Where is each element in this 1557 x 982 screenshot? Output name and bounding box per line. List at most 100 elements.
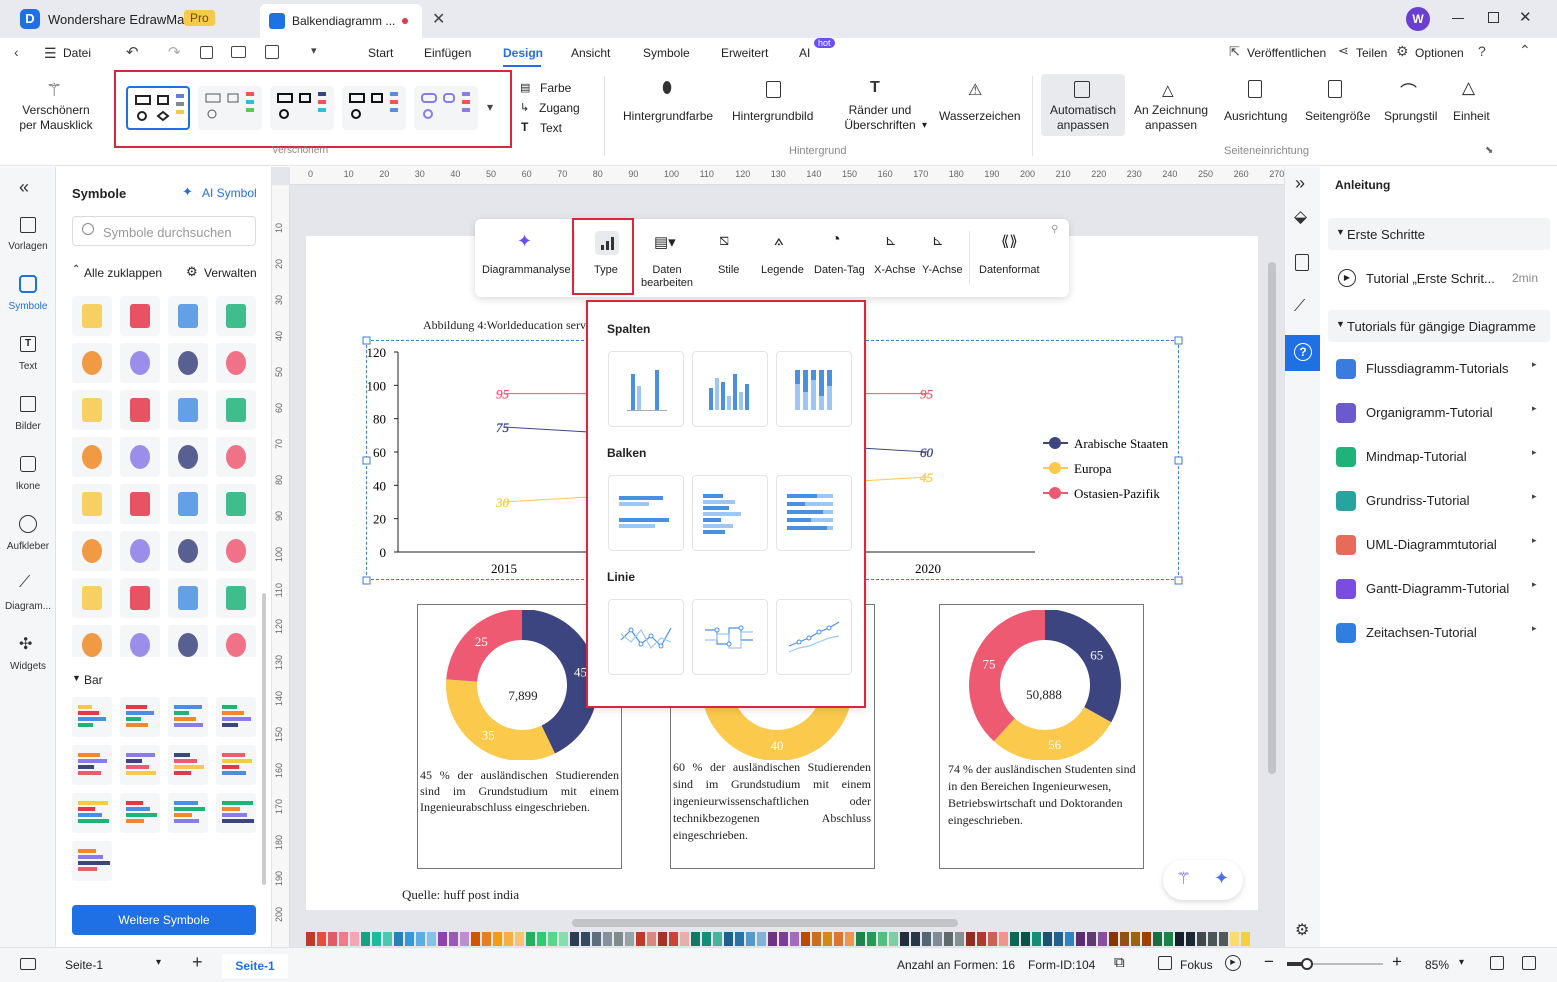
symbol-thumbnail[interactable] <box>120 343 160 383</box>
zoom-slider-handle[interactable] <box>1301 958 1313 970</box>
text-nav-icon[interactable]: T <box>20 336 36 352</box>
palette-swatch[interactable] <box>1164 932 1173 946</box>
bar-symbol-thumbnail[interactable] <box>72 793 112 833</box>
palette-swatch[interactable] <box>438 932 447 946</box>
page-selector[interactable]: Seite-1 <box>65 958 103 972</box>
nav-bilder[interactable]: Bilder <box>0 421 56 432</box>
nav-aufkleber[interactable]: Aufkleber <box>0 541 56 552</box>
bar-type-2[interactable] <box>692 475 768 551</box>
palette-swatch[interactable] <box>1197 932 1206 946</box>
farbe-dropdown[interactable]: Farbe <box>540 81 571 95</box>
palette-swatch[interactable] <box>889 932 898 946</box>
bar-symbol-thumbnail[interactable] <box>168 793 208 833</box>
palette-swatch[interactable] <box>383 932 392 946</box>
symbol-thumbnail[interactable] <box>168 390 208 430</box>
fokus-button[interactable]: Fokus <box>1180 958 1213 972</box>
palette-swatch[interactable] <box>1010 932 1019 946</box>
nav-symbole[interactable]: Symbole <box>0 301 56 312</box>
chart-data-icon[interactable]: ⟋ <box>1294 298 1305 316</box>
help-panel-button[interactable]: ? <box>1285 335 1321 371</box>
symbol-thumbnail[interactable] <box>216 343 256 383</box>
palette-swatch[interactable] <box>1131 932 1140 946</box>
page-properties-icon[interactable] <box>1295 254 1309 271</box>
palette-swatch[interactable] <box>735 932 744 946</box>
symbol-thumbnail[interactable] <box>72 343 112 383</box>
palette-swatch[interactable] <box>713 932 722 946</box>
tutorial-item[interactable]: Zeitachsen-Tutorial ▸ <box>1328 612 1550 656</box>
symbol-search-input[interactable]: Symbole durchsuchen <box>72 216 256 246</box>
fullscreen-icon[interactable] <box>1522 956 1536 970</box>
einheit-button[interactable]: Einheit <box>1453 109 1490 123</box>
palette-swatch[interactable] <box>724 932 733 946</box>
bar-symbol-thumbnail[interactable] <box>72 745 112 785</box>
horizontal-scrollbar[interactable] <box>572 919 958 927</box>
palette-swatch[interactable] <box>933 932 942 946</box>
palette-swatch[interactable] <box>669 932 678 946</box>
bar-symbol-thumbnail[interactable] <box>72 841 112 881</box>
selection-handle[interactable] <box>362 336 371 345</box>
palette-swatch[interactable] <box>548 932 557 946</box>
palette-swatch[interactable] <box>1186 932 1195 946</box>
symbol-thumbnail[interactable] <box>72 296 112 336</box>
symbol-thumbnail[interactable] <box>216 531 256 571</box>
palette-swatch[interactable] <box>1142 932 1151 946</box>
images-icon[interactable] <box>20 396 36 412</box>
palette-swatch[interactable] <box>801 932 810 946</box>
stile-button[interactable]: Stile <box>718 264 739 276</box>
diagram-icon[interactable]: ⟋ <box>19 574 30 592</box>
palette-swatch[interactable] <box>515 932 524 946</box>
symbol-thumbnail[interactable] <box>72 390 112 430</box>
an-zeichnung-button[interactable]: An Zeichnung anpassen <box>1130 103 1212 133</box>
hintergrundbild-button[interactable]: Hintergrundbild <box>732 109 813 123</box>
palette-swatch[interactable] <box>471 932 480 946</box>
palette-swatch[interactable] <box>328 932 337 946</box>
column-type-2[interactable] <box>692 351 768 427</box>
help-icon[interactable]: ? <box>1478 43 1486 59</box>
selection-handle[interactable] <box>1174 336 1183 345</box>
palette-swatch[interactable] <box>1065 932 1074 946</box>
settings-icon[interactable]: ⚙ <box>1295 920 1309 940</box>
bar-symbol-thumbnail[interactable] <box>216 697 256 737</box>
bar-symbol-thumbnail[interactable] <box>120 745 160 785</box>
selection-handle[interactable] <box>362 576 371 585</box>
symbol-thumbnail[interactable] <box>72 484 112 524</box>
palette-swatch[interactable] <box>1153 932 1162 946</box>
auto-fit-button[interactable]: Automatisch anpassen <box>1043 103 1123 133</box>
palette-swatch[interactable] <box>955 932 964 946</box>
zoom-out-icon[interactable]: − <box>1264 952 1274 972</box>
more-symbols-button[interactable]: Weitere Symbole <box>72 905 256 935</box>
fill-bucket-icon[interactable]: ⬙ <box>1294 207 1307 227</box>
section-getting-started[interactable]: ▼ Erste Schritte <box>1328 218 1550 250</box>
palette-swatch[interactable] <box>812 932 821 946</box>
zoom-level[interactable]: 85% <box>1425 958 1449 972</box>
symbol-thumbnail[interactable] <box>120 531 160 571</box>
symbol-thumbnail[interactable] <box>216 296 256 336</box>
column-type-1[interactable] <box>608 351 684 427</box>
save-icon[interactable] <box>200 46 213 59</box>
symbol-thumbnail[interactable] <box>168 531 208 571</box>
palette-swatch[interactable] <box>504 932 513 946</box>
add-page-icon[interactable]: + <box>192 952 203 973</box>
style-option-1[interactable] <box>126 86 190 130</box>
tutorial-item[interactable]: UML-Diagrammtutorial ▸ <box>1328 524 1550 568</box>
symbol-thumbnail[interactable] <box>168 625 208 657</box>
palette-swatch[interactable] <box>1241 932 1250 946</box>
palette-swatch[interactable] <box>834 932 843 946</box>
palette-swatch[interactable] <box>394 932 403 946</box>
close-window-icon[interactable]: ✕ <box>1519 8 1532 26</box>
tab-design[interactable]: Design <box>503 46 571 60</box>
symbol-thumbnail[interactable] <box>120 296 160 336</box>
palette-swatch[interactable] <box>900 932 909 946</box>
publish-icon[interactable]: ⇱ <box>1229 44 1240 60</box>
palette-swatch[interactable] <box>680 932 689 946</box>
hintergrundfarbe-button[interactable]: Hintergrundfarbe <box>623 109 713 123</box>
symbol-thumbnail[interactable] <box>120 437 160 477</box>
palette-swatch[interactable] <box>1109 932 1118 946</box>
tab-einfuegen[interactable]: Einfügen <box>424 46 503 60</box>
symbol-thumbnail[interactable] <box>120 578 160 618</box>
bar-symbol-thumbnail[interactable] <box>120 793 160 833</box>
palette-swatch[interactable] <box>845 932 854 946</box>
symbol-thumbnail[interactable] <box>72 437 112 477</box>
share-button[interactable]: Teilen <box>1356 46 1387 60</box>
palette-swatch[interactable] <box>790 932 799 946</box>
